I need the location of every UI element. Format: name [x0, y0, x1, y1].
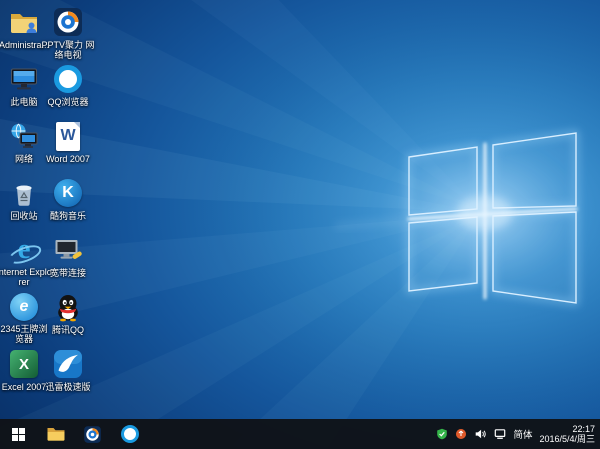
start-button[interactable]	[0, 419, 37, 449]
2345-glyph: e	[10, 293, 38, 321]
taskbar: 简体 22:17 2016/5/4/周三	[0, 419, 600, 449]
icon-label: 迅雷极速版	[40, 382, 96, 392]
kugou-glyph: K	[54, 179, 82, 207]
desktop-icon-qq-browser[interactable]: QQ浏览器	[46, 59, 90, 116]
excel-glyph: X	[10, 350, 38, 378]
desktop-icon-2345-browser[interactable]: e 2345王牌浏览器	[2, 287, 46, 344]
icon-label: PPTV聚力 网络电视	[40, 40, 96, 60]
desktop-icon-tencent-qq[interactable]: 腾讯QQ	[46, 287, 90, 344]
desktop-icon-broadband[interactable]: 宽带连接	[46, 230, 90, 287]
icon-label: QQ浏览器	[40, 97, 96, 107]
pptv-icon	[52, 6, 84, 38]
thunder-icon	[52, 348, 84, 380]
system-tray: 简体 22:17 2016/5/4/周三	[436, 419, 600, 449]
clock-date: 2016/5/4/周三	[539, 434, 595, 445]
desktop-icon-excel-2007[interactable]: X Excel 2007	[2, 344, 46, 401]
qq-browser-icon	[52, 63, 84, 95]
word-glyph: W	[60, 127, 75, 145]
word-icon: W	[52, 120, 84, 152]
orange-app-icon[interactable]	[455, 428, 467, 440]
desktop: Administra... 此电脑	[0, 0, 600, 449]
desktop-icon-grid: Administra... 此电脑	[2, 2, 90, 401]
icon-label: Word 2007	[40, 154, 96, 164]
windows-logo-icon	[12, 428, 25, 441]
desktop-icon-kugou-music[interactable]: K 酷狗音乐	[46, 173, 90, 230]
pptv-icon	[83, 425, 102, 444]
desktop-icon-pptv[interactable]: PPTV聚力 网络电视	[46, 2, 90, 59]
icon-label: 腾讯QQ	[40, 325, 96, 335]
2345-browser-icon: e	[8, 291, 40, 322]
recycle-bin-icon	[8, 177, 40, 209]
clock-time: 22:17	[572, 424, 595, 435]
taskbar-pptv[interactable]	[74, 419, 111, 449]
desktop-icon-internet-explorer[interactable]: e Internet Explorer	[2, 230, 46, 287]
desktop-icon-thunder[interactable]: 迅雷极速版	[46, 344, 90, 401]
desktop-icon-this-pc[interactable]: 此电脑	[2, 59, 46, 116]
desktop-icon-word-2007[interactable]: W Word 2007	[46, 116, 90, 173]
taskbar-clock[interactable]: 22:17 2016/5/4/周三	[539, 424, 595, 445]
kugou-icon: K	[52, 177, 84, 209]
qq-browser-icon	[121, 425, 139, 443]
excel-icon: X	[8, 348, 40, 380]
volume-icon[interactable]	[474, 428, 487, 440]
network-icon	[8, 120, 40, 152]
this-pc-icon	[8, 63, 40, 95]
ime-indicator[interactable]: 简体	[513, 427, 532, 441]
desktop-icon-network[interactable]: 网络	[2, 116, 46, 173]
broadband-icon	[52, 234, 84, 266]
green-shield-icon[interactable]	[436, 428, 448, 440]
desktop-icon-recycle-bin[interactable]: 回收站	[2, 173, 46, 230]
icon-label: 宽带连接	[40, 268, 96, 278]
network-icon[interactable]	[494, 428, 506, 440]
administrator-folder-icon	[8, 6, 40, 38]
icon-label: 酷狗音乐	[40, 211, 96, 221]
internet-explorer-icon: e	[8, 234, 40, 265]
taskbar-qq-browser[interactable]	[111, 419, 148, 449]
taskbar-file-explorer[interactable]	[37, 419, 74, 449]
qq-penguin-icon	[52, 291, 84, 323]
file-explorer-icon	[46, 424, 66, 444]
